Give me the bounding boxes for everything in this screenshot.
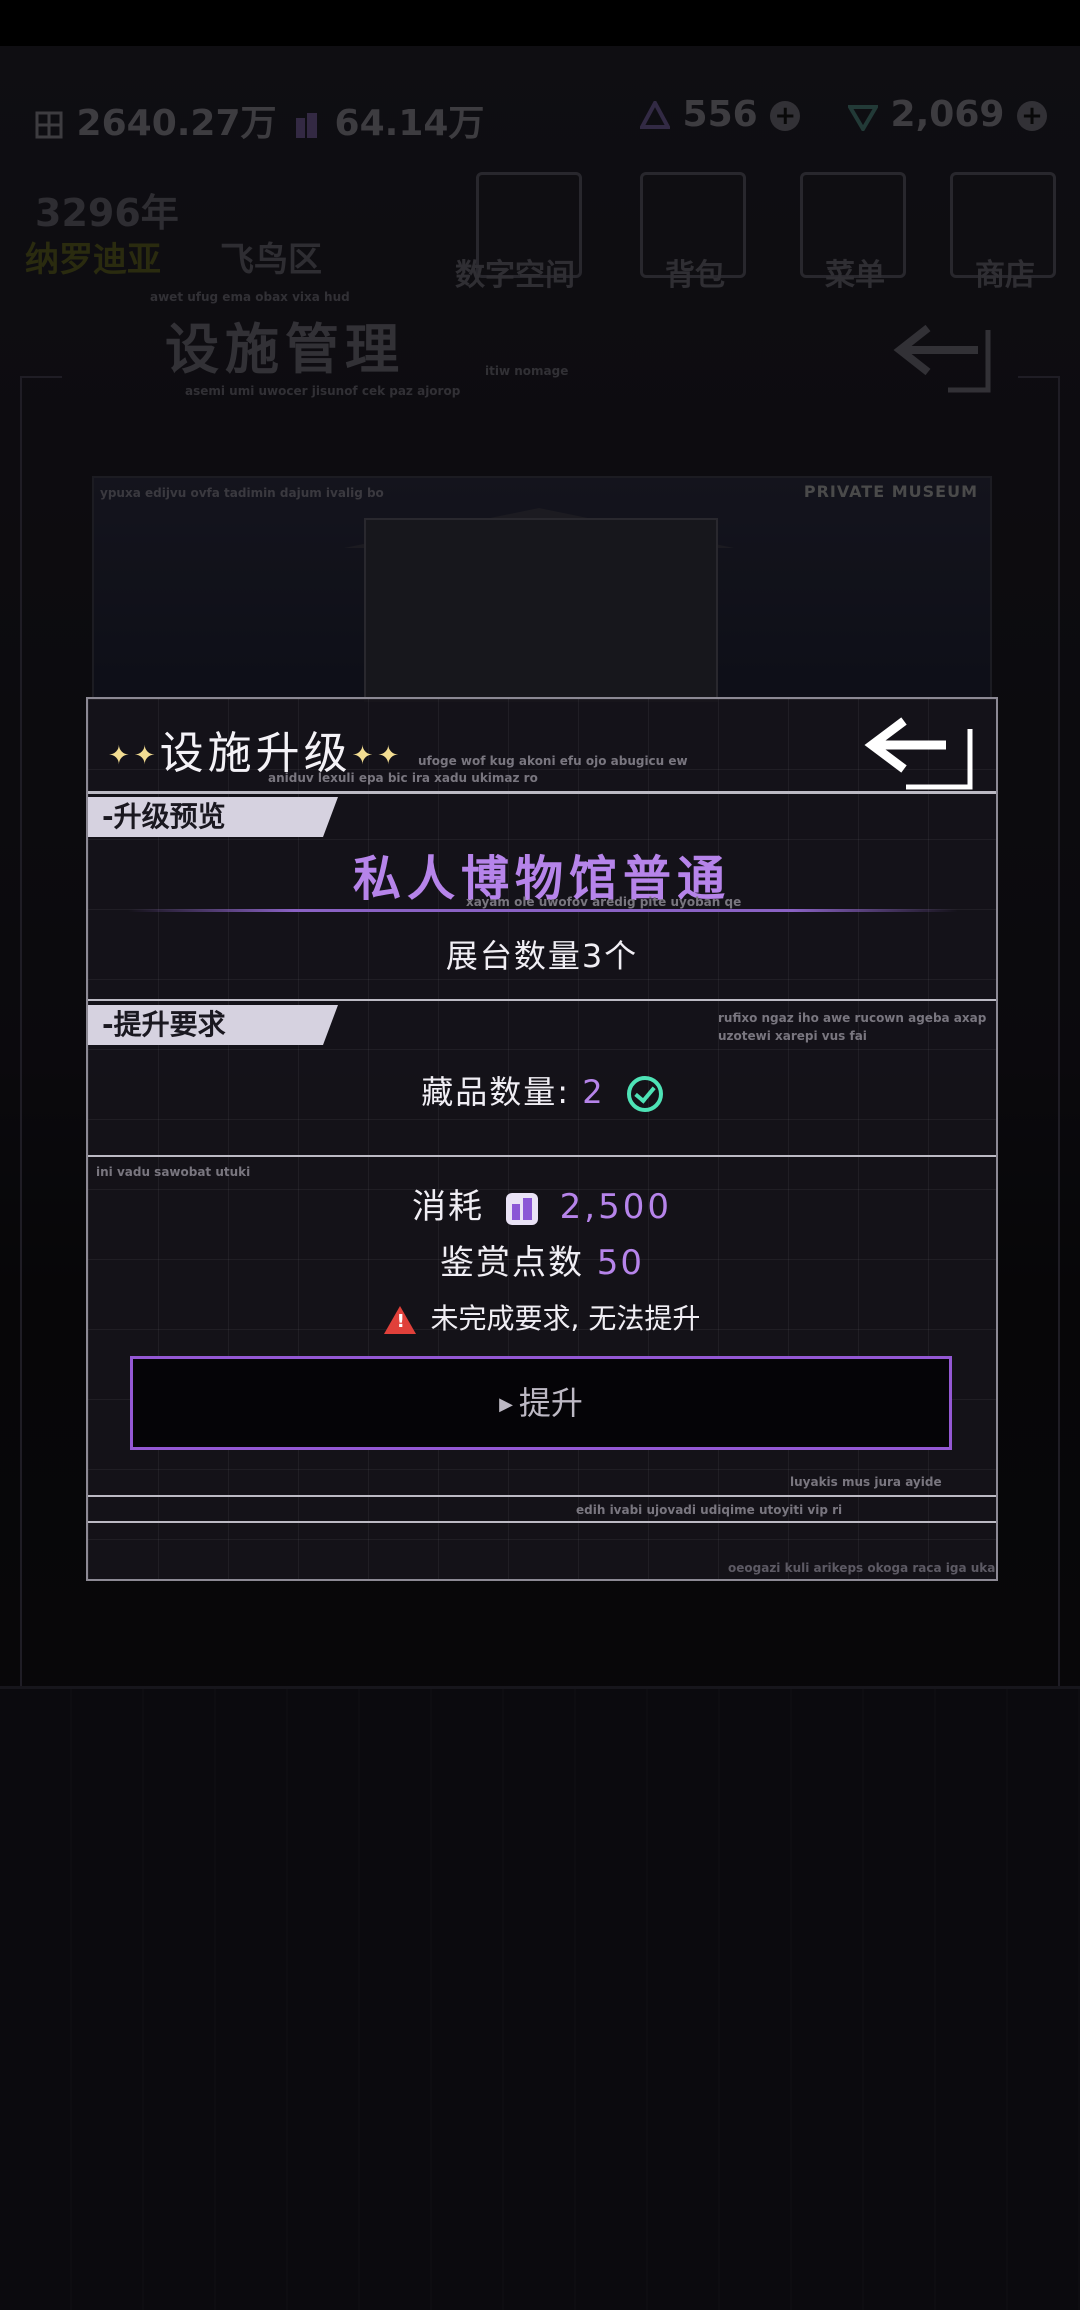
divider: [88, 1521, 996, 1523]
upgrade-button-label: 提升: [518, 1384, 583, 1422]
footer-deco-3: oeogazi kuli arikeps okoga raca iga uka: [728, 1561, 996, 1575]
check-circle-icon: [626, 1076, 663, 1112]
collection-label: 藏品数量:: [421, 1073, 571, 1111]
play-arrow-icon: ▶: [499, 1394, 513, 1415]
warning-text: 未完成要求, 无法提升: [430, 1302, 701, 1335]
upgrade-dialog: ✦✦设施升级✦✦ ufoge wof kug akoni efu ojo abu…: [86, 697, 998, 1581]
requirement-tag: -提升要求: [88, 1005, 338, 1045]
city-currency-icon: [505, 1192, 538, 1225]
divider: [88, 1155, 996, 1157]
cost-value: 2,500: [559, 1187, 672, 1227]
req-deco-1: rufixo ngaz iho awe rucown ageba axap: [718, 1011, 987, 1025]
sparkle-icon: ✦✦: [351, 741, 404, 771]
divider: [88, 999, 996, 1001]
points-value: 50: [596, 1243, 645, 1283]
title-deco-1: ufoge wof kug akoni efu ojo abugicu ew: [418, 754, 688, 768]
preview-tag: -升级预览: [88, 797, 338, 837]
divider: [88, 1495, 996, 1497]
cost-label: 消耗: [412, 1187, 485, 1227]
warning-icon: [383, 1306, 416, 1334]
dialog-back-button[interactable]: [862, 709, 982, 799]
warning-row: 未完成要求, 无法提升: [88, 1297, 996, 1337]
upgrade-button[interactable]: ▶ 提升: [130, 1356, 952, 1450]
title-deco-2: aniduv lexuli epa bic ira xadu ukimaz ro: [268, 771, 538, 785]
booth-count: 展台数量3个: [445, 937, 639, 975]
footer-deco-2: edih ivabi ujovadi udiqime utoyiti vip r…: [576, 1503, 843, 1517]
cost-deco: ini vadu sawobat utuki: [96, 1165, 251, 1179]
cost-row: 消耗 2,500: [88, 1179, 996, 1228]
footer-deco-1: luyakis mus jura ayide: [790, 1475, 942, 1489]
sparkle-icon: ✦✦: [108, 741, 160, 771]
name-underline: [128, 909, 958, 912]
name-deco: xayam ole uwofov aredig pite uyoban qe: [466, 895, 742, 909]
points-row: 鉴赏点数 50: [88, 1235, 996, 1284]
req-deco-2: uzotewi xarepi vus fai: [718, 1029, 867, 1043]
points-label: 鉴赏点数: [439, 1243, 584, 1283]
collection-requirement: 藏品数量: 2: [88, 1067, 996, 1113]
divider: [88, 791, 996, 794]
collection-value: 2: [582, 1073, 605, 1111]
